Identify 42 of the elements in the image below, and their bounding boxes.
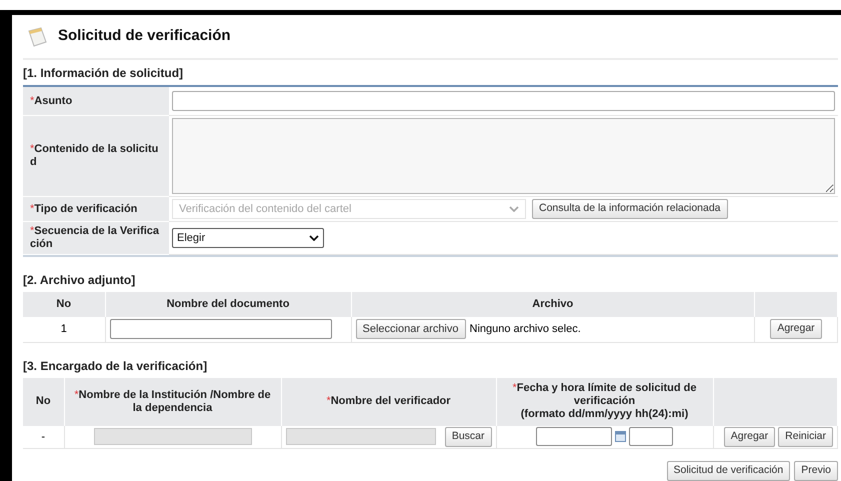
required-mark: * [30, 94, 34, 106]
select-file-button[interactable]: Seleccionar archivo [356, 319, 466, 340]
column-header: No [56, 298, 72, 310]
file-status: Ninguno archivo selec. [470, 322, 581, 337]
section-heading: [3. Encargado de la verificación] [23, 358, 208, 374]
time-field[interactable] [629, 427, 673, 446]
field-label: *Tipo de verificación [30, 202, 138, 214]
field-label: *Asunto [30, 94, 72, 106]
required-mark: * [326, 395, 331, 407]
column-header: Nombre del documento [166, 298, 290, 310]
calendar-icon[interactable] [615, 431, 626, 442]
column-header: *Nombre de la Institución /Nombre de la dependencia [73, 388, 272, 414]
row-number: 1 [60, 323, 67, 335]
required-mark: * [30, 225, 34, 237]
field-label: *Secuencia de la Verificación [30, 225, 160, 250]
document-name-field[interactable] [110, 319, 332, 340]
add-button[interactable]: Agregar [770, 319, 822, 340]
row-action-button[interactable]: Reiniciar [778, 426, 833, 447]
row-action-button[interactable]: Agregar [724, 426, 776, 447]
search-button[interactable]: Buscar [444, 426, 492, 447]
required-mark: * [74, 388, 79, 400]
column-header: *Nombre del verificador [325, 395, 452, 408]
column-header: *Fecha y hora límite de solicitud de verificación (formato dd/mm/yyyy hh(24):mi) [512, 382, 698, 421]
row-number: - [41, 430, 46, 442]
chevron-down-icon [309, 235, 319, 241]
text-area[interactable] [172, 118, 835, 194]
section-heading: [1. Información de solicitud] [23, 65, 184, 82]
input-field[interactable] [172, 91, 835, 111]
chevron-down-icon [509, 206, 519, 212]
notepad-icon [26, 26, 48, 48]
column-header: Archivo [532, 298, 574, 310]
footer-button[interactable]: Solicitud de verificación [666, 461, 790, 481]
required-mark: * [30, 143, 34, 155]
page-title: Solicitud de verificación [58, 26, 231, 46]
dropdown-field[interactable]: Elegir [172, 228, 324, 248]
required-mark: * [30, 202, 34, 214]
footer-button[interactable]: Previo [794, 461, 838, 481]
field-label: *Contenido de la solicitud [30, 143, 158, 168]
date-field[interactable] [536, 427, 612, 446]
column-header: No [34, 395, 52, 408]
required-mark: * [512, 382, 517, 394]
section-heading: [2. Archivo adjunto] [23, 272, 136, 289]
